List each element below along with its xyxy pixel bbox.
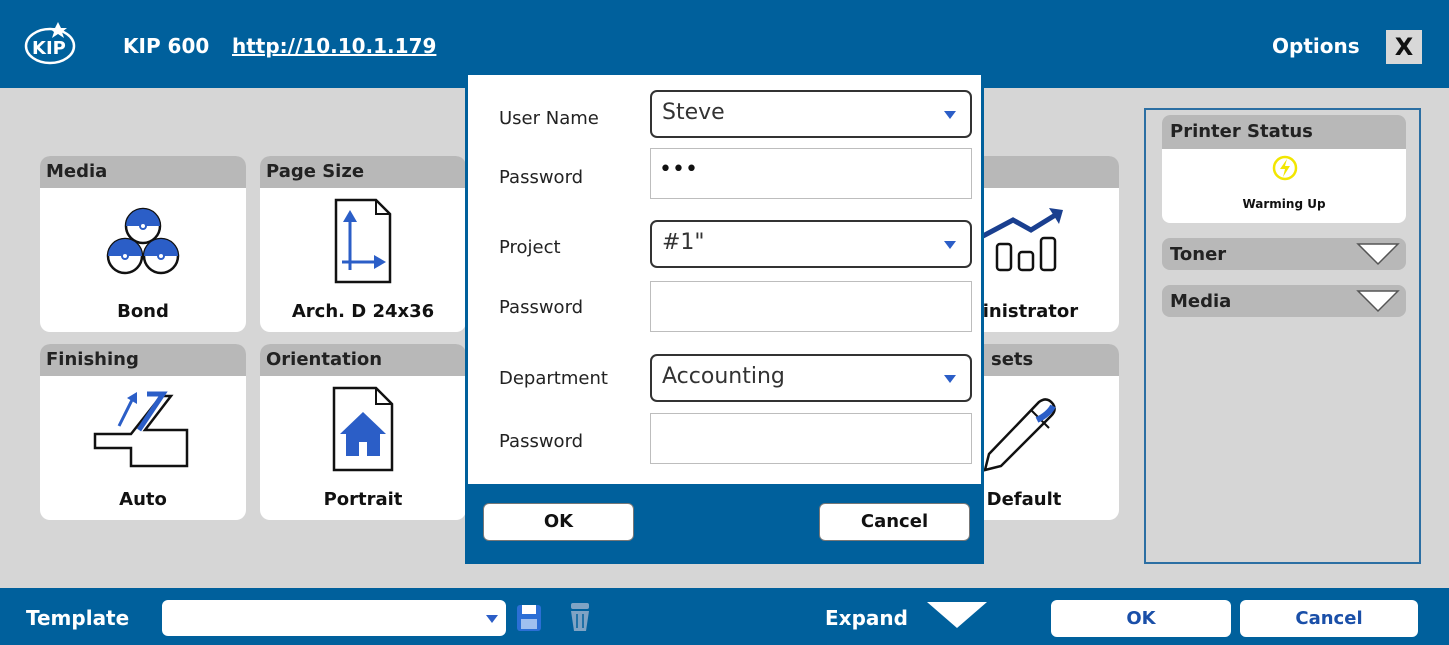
orientation-value: Portrait [323, 489, 403, 510]
project-password-field[interactable] [650, 281, 972, 332]
dialog-ok-button[interactable]: OK [483, 503, 634, 541]
media-label: Media [1170, 291, 1232, 312]
dropdown-arrow-icon [944, 111, 956, 119]
ok-button[interactable]: OK [1051, 600, 1231, 637]
tile-header: Finishing [40, 344, 246, 376]
media-value: Bond [117, 301, 169, 322]
expand-chevron-icon[interactable] [924, 598, 990, 634]
printer-state-text: Warming Up [1242, 197, 1326, 211]
close-button[interactable]: X [1386, 30, 1422, 64]
printer-url-link[interactable]: http://10.10.1.179 [232, 34, 436, 58]
project-label: Project [499, 237, 561, 258]
department-password-field[interactable] [650, 413, 972, 464]
page-size-value: Arch. D 24x36 [291, 301, 435, 322]
tile-header: Orientation [260, 344, 466, 376]
department-label: Department [499, 368, 608, 389]
project-password-label: Password [499, 297, 584, 318]
user-name-dropdown[interactable]: Steve [650, 90, 972, 138]
tile-header: Page Size [260, 156, 466, 188]
department-password-label: Password [499, 431, 584, 452]
user-name-label: User Name [499, 108, 599, 129]
login-dialog: User Name Steve Password ••• Project #1"… [465, 72, 984, 564]
template-label: Template [26, 606, 130, 630]
finishing-value: Auto [119, 489, 167, 510]
finishing-fold-icon [40, 384, 246, 474]
media-section[interactable]: Media [1162, 285, 1406, 317]
toner-label: Toner [1170, 244, 1227, 265]
dropdown-arrow-icon [944, 375, 956, 383]
finishing-tile[interactable]: Finishing Auto [40, 344, 246, 520]
printer-status-title: Printer Status [1162, 115, 1406, 149]
save-icon[interactable] [516, 604, 542, 636]
media-rolls-icon [40, 196, 246, 286]
user-name-value: Steve [662, 100, 725, 125]
department-dropdown[interactable]: Accounting [650, 354, 972, 402]
user-password-field[interactable]: ••• [650, 148, 972, 199]
orientation-tile[interactable]: Orientation Portrait [260, 344, 466, 520]
chevron-down-icon [1356, 241, 1400, 272]
dropdown-arrow-icon [486, 615, 498, 623]
expand-label[interactable]: Expand [825, 606, 908, 630]
dropdown-arrow-icon [944, 241, 956, 249]
dialog-cancel-button[interactable]: Cancel [819, 503, 970, 541]
chevron-down-icon [1356, 288, 1400, 319]
trash-icon[interactable] [568, 602, 592, 636]
media-tile[interactable]: Media Bond [40, 156, 246, 332]
app-title: KIP 600 [123, 34, 210, 58]
cancel-button[interactable]: Cancel [1240, 600, 1418, 637]
bottom-bar: Template Expand OK Cancel [0, 588, 1449, 645]
logo-text: KIP [32, 38, 66, 59]
user-password-label: Password [499, 167, 584, 188]
printer-status-panel: Printer Status Warming Up Toner Media [1144, 108, 1421, 564]
project-value: #1" [662, 230, 705, 255]
toner-section[interactable]: Toner [1162, 238, 1406, 270]
tile-header: Media [40, 156, 246, 188]
page-size-icon [260, 196, 466, 286]
department-value: Accounting [662, 364, 785, 389]
printer-status-box: Printer Status Warming Up [1162, 115, 1406, 223]
warming-up-icon [1272, 155, 1298, 185]
options-label[interactable]: Options [1272, 34, 1360, 58]
kip-logo: KIP [18, 12, 88, 70]
project-dropdown[interactable]: #1" [650, 220, 972, 268]
template-dropdown[interactable] [162, 600, 506, 636]
portrait-house-icon [260, 384, 466, 474]
page-size-tile[interactable]: Page Size Arch. D 24x36 [260, 156, 466, 332]
